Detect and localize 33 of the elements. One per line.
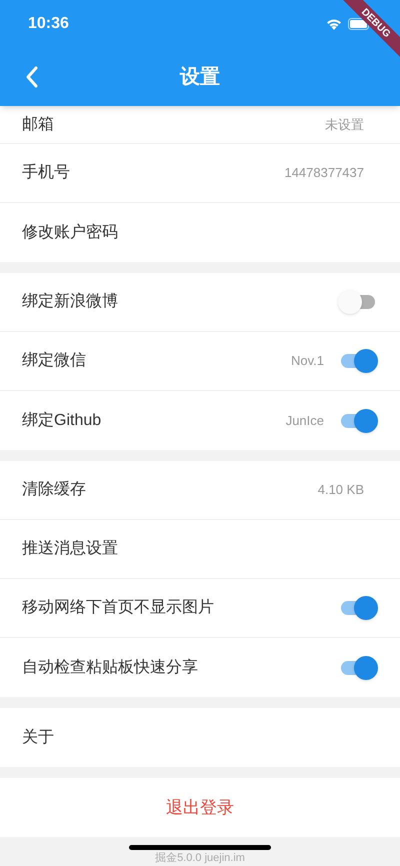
row-label: 绑定Github	[22, 410, 102, 430]
settings-row[interactable]: 修改账户密码	[0, 203, 400, 262]
settings-row[interactable]: 移动网络下首页不显示图片	[0, 579, 400, 638]
row-label: 绑定微信	[22, 350, 87, 371]
row-label: 邮箱	[22, 114, 55, 134]
row-value: Nov.1	[291, 352, 324, 370]
row-value: JunIce	[286, 412, 324, 430]
row-label: 推送消息设置	[22, 538, 119, 559]
row-label: 自动检查粘贴板快速分享	[22, 658, 199, 678]
row-label: 关于	[22, 728, 55, 748]
wifi-icon	[326, 18, 342, 30]
settings-row[interactable]: 绑定Github JunIce	[0, 391, 400, 450]
footer-text: 掘金5.0.0 juejin.im	[155, 852, 245, 865]
row-label: 清除缓存	[22, 480, 87, 500]
page-title: 设置	[180, 65, 220, 90]
settings-row[interactable]: 邮箱 未设置	[0, 106, 400, 144]
row-label: 绑定新浪微博	[22, 292, 119, 312]
row-value: 4.10 KB	[318, 481, 364, 500]
row-label: 手机号	[22, 162, 71, 183]
logout-button[interactable]: 退出登录	[0, 778, 400, 837]
settings-row[interactable]: 手机号 14478377437	[0, 144, 400, 203]
row-label: 移动网络下首页不显示图片	[22, 598, 215, 618]
settings-row[interactable]: 推送消息设置	[0, 520, 400, 579]
row-value: 14478377437	[284, 164, 364, 182]
settings-row[interactable]: 绑定微信 Nov.1	[0, 332, 400, 391]
settings-row[interactable]: 清除缓存 4.10 KB	[0, 461, 400, 520]
row-value: 未设置	[325, 116, 364, 134]
settings-row[interactable]: 绑定新浪微博	[0, 273, 400, 332]
settings-row[interactable]: 关于	[0, 708, 400, 767]
back-icon	[25, 66, 39, 88]
status-time: 10:36	[28, 14, 70, 34]
settings-row[interactable]: 自动检查粘贴板快速分享	[0, 638, 400, 697]
row-label: 修改账户密码	[22, 222, 119, 242]
